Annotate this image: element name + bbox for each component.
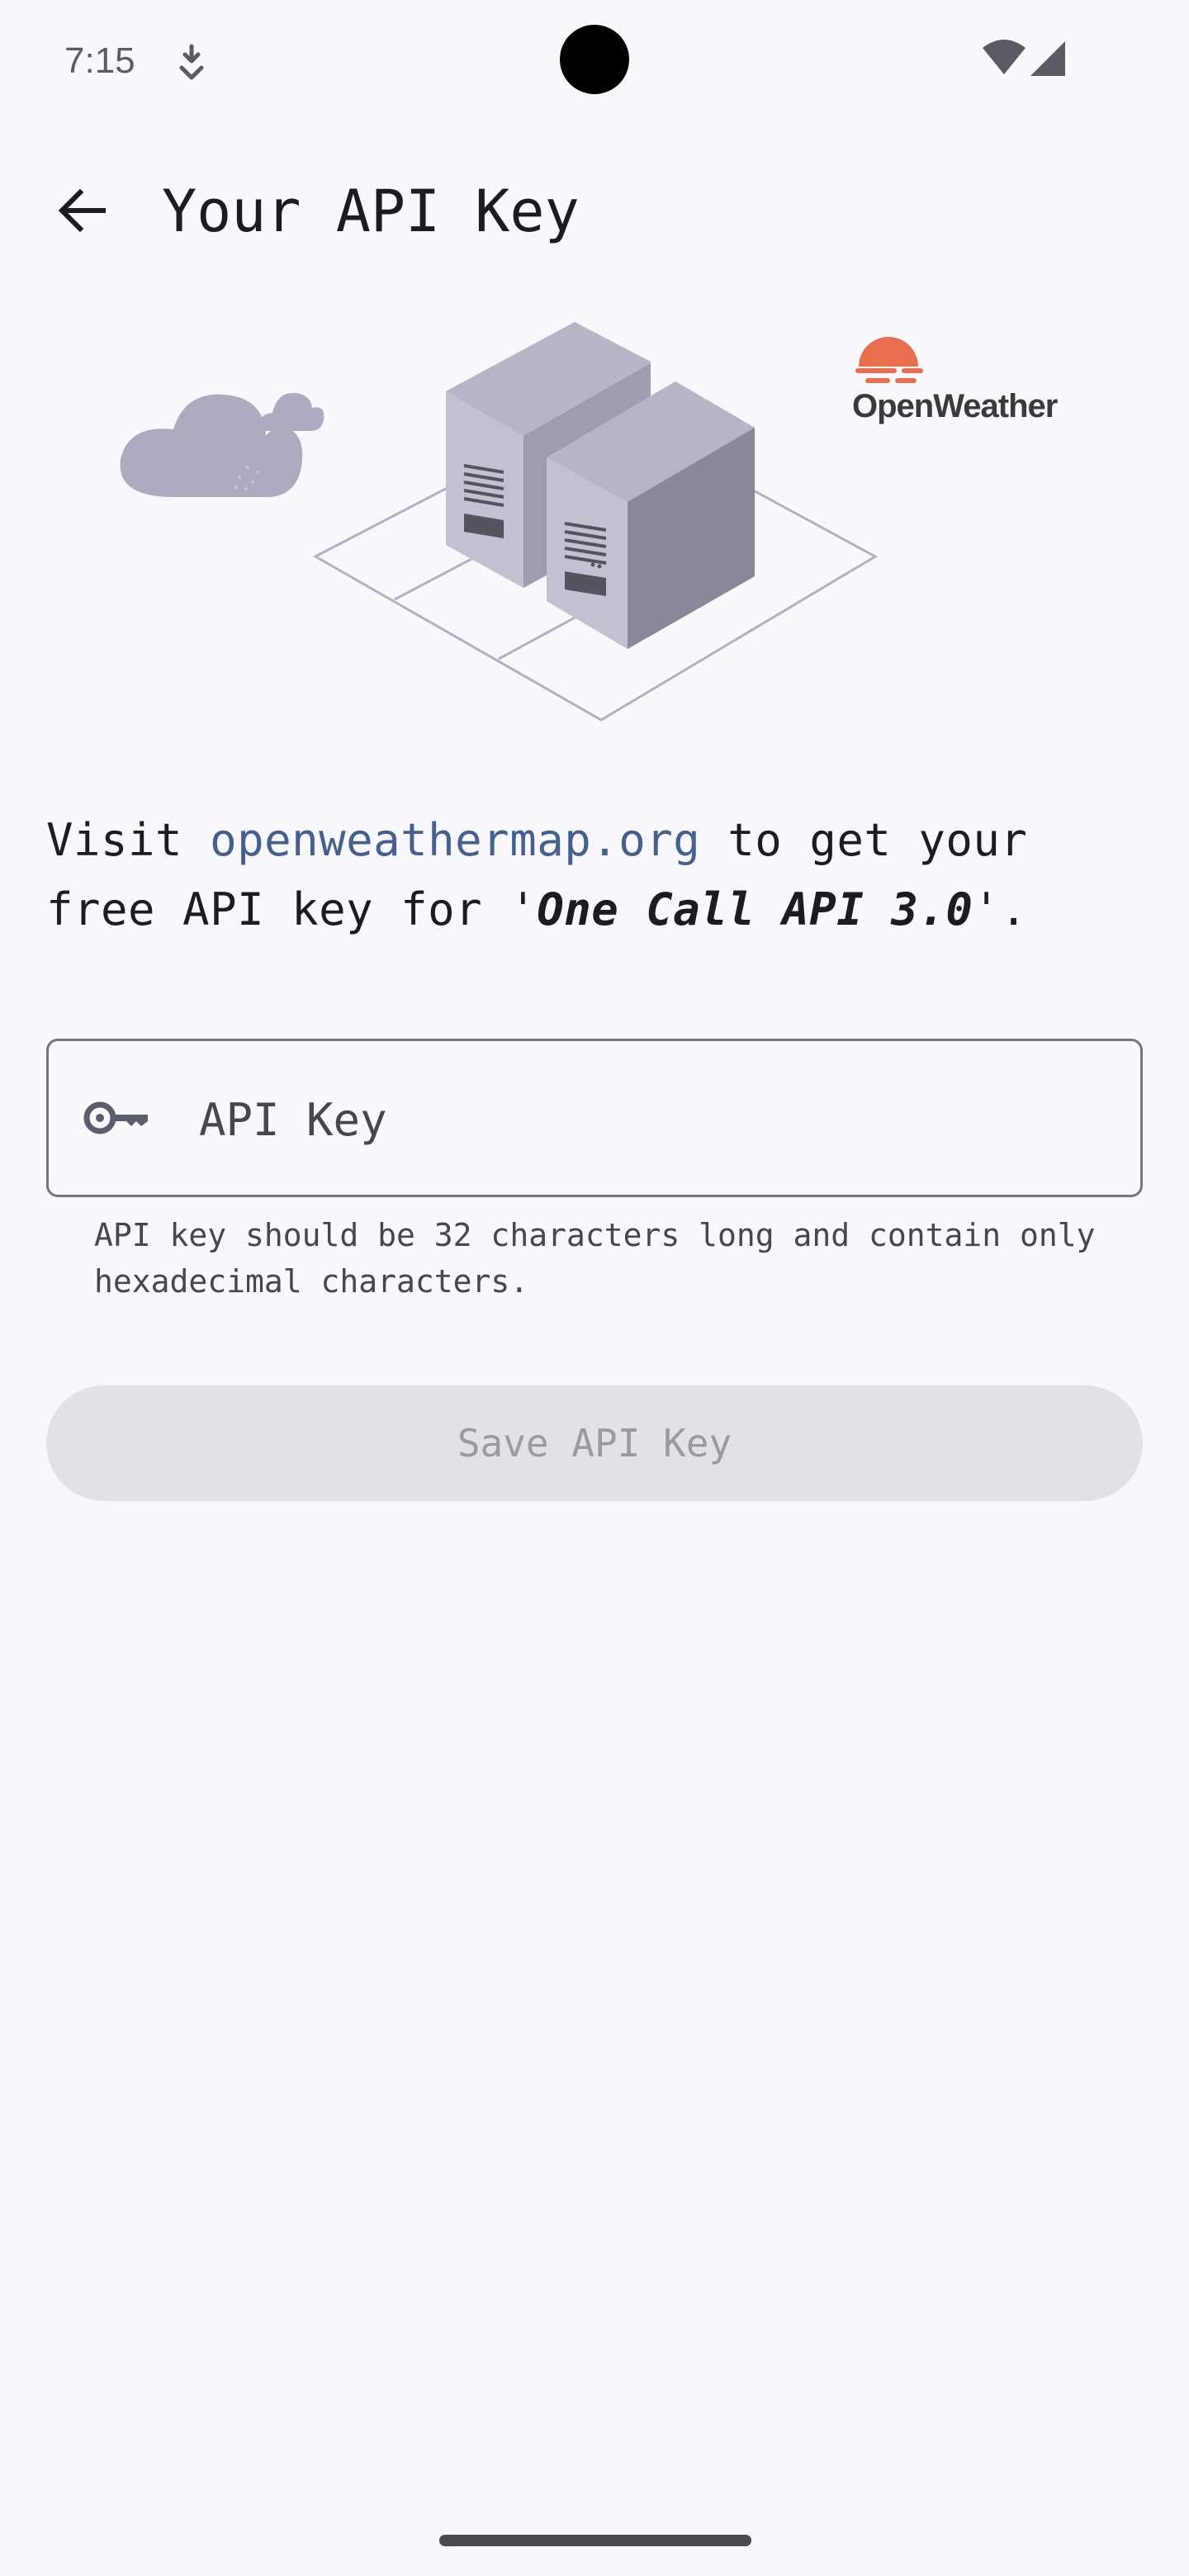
- page-title: Your API Key: [162, 178, 580, 245]
- openweather-sun-icon: [855, 337, 923, 383]
- camera-cutout: [560, 25, 629, 94]
- instructions-suffix: '.: [973, 883, 1028, 935]
- api-key-field[interactable]: [46, 1039, 1143, 1197]
- save-api-key-button[interactable]: Save API Key: [46, 1385, 1143, 1501]
- wifi-icon: [983, 40, 1026, 74]
- cell-signal-icon: [1030, 41, 1065, 76]
- api-key-screen: 7:15 Your API Key OpenWeather Visit open…: [0, 0, 1189, 2576]
- key-icon: [83, 1101, 148, 1134]
- back-button[interactable]: [45, 173, 119, 248]
- arrow-back-icon: [58, 188, 106, 233]
- api-product-name: One Call API 3.0: [537, 883, 973, 935]
- server-illustration: [120, 322, 879, 722]
- download-icon: [179, 44, 204, 80]
- small-cloud-icon: [259, 392, 324, 431]
- instructions-text: Visit openweathermap.org to get your fre…: [46, 806, 1153, 945]
- api-key-helper-text: API key should be 32 characters long and…: [94, 1217, 1096, 1300]
- status-time: 7:15: [64, 40, 135, 81]
- openweathermap-link[interactable]: openweathermap.org: [210, 814, 700, 866]
- openweather-logo-text: OpenWeather: [852, 388, 1058, 424]
- instructions-prefix: Visit: [46, 814, 211, 866]
- gesture-handle[interactable]: [439, 2535, 751, 2546]
- api-key-input[interactable]: [197, 1079, 1109, 1160]
